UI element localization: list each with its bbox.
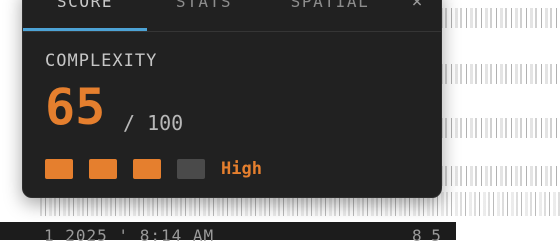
footer-timestamp: 1 2025 ' 8:14 AM — [44, 226, 215, 245]
tab-stats[interactable]: STATS — [159, 0, 249, 31]
popover-tabs: SCORE STATS SPATIAL × — [23, 0, 441, 32]
level-segment-3 — [133, 159, 161, 179]
level-segment-2 — [89, 159, 117, 179]
background-texture-row-4 — [440, 166, 560, 186]
level-segment-1 — [45, 159, 73, 179]
tab-score[interactable]: SCORE — [23, 0, 147, 31]
score-popover: SCORE STATS SPATIAL × COMPLEXITY 65 / 10… — [22, 0, 442, 198]
background-texture-row-1 — [440, 8, 560, 28]
background-texture-row-3 — [440, 118, 560, 138]
complexity-score: 65 — [45, 78, 106, 136]
tab-spatial[interactable]: SPATIAL — [271, 0, 389, 31]
footer-right-text: 8 5 — [412, 226, 441, 245]
background-texture-row-2 — [440, 64, 560, 84]
complexity-max: / 100 — [123, 111, 184, 135]
close-icon[interactable]: × — [403, 0, 431, 17]
complexity-label: COMPLEXITY — [45, 51, 158, 71]
level-text: High — [221, 159, 262, 179]
level-segment-4 — [177, 159, 205, 179]
